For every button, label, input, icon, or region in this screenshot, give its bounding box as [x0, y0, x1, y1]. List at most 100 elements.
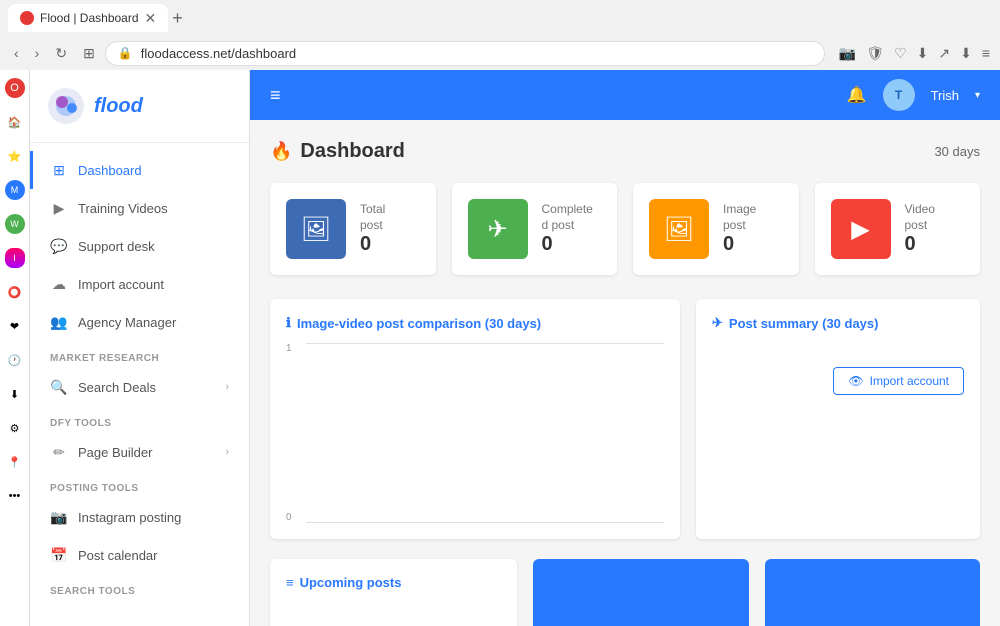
stat-card-video-post: ▶ Videopost 0 — [815, 183, 981, 275]
blue-card-1 — [533, 559, 748, 626]
grid-button[interactable]: ⊞ — [77, 41, 101, 66]
sidebar-item-import-account[interactable]: ☁ Import account — [30, 265, 249, 303]
chart-right-title: ✈ Post summary (30 days) — [712, 315, 964, 331]
sidebar-logo: flood — [30, 70, 249, 143]
training-icon: ▶ — [50, 199, 68, 217]
chart-y-bottom: 0 — [286, 512, 292, 523]
sidebar-item-post-calendar[interactable]: 📅 Post calendar — [30, 536, 249, 574]
camera-icon[interactable]: 📷 — [837, 43, 858, 64]
sidebar-item-support-desk[interactable]: 💬 Support desk — [30, 227, 249, 265]
os-icon-home[interactable]: 🏠 — [5, 112, 25, 132]
sidebar-label-support: Support desk — [78, 239, 155, 254]
os-icon-star[interactable]: ⭐ — [5, 146, 25, 166]
chart-area-left: 1 0 — [286, 343, 664, 523]
os-icon-clock[interactable]: 🕐 — [5, 350, 25, 370]
import-account-button[interactable]: 👁 Import account — [833, 367, 964, 395]
page-content: 🔥 Dashboard 30 days 🖼 Totalpost 0 ✈ — [250, 120, 1000, 626]
os-icon-dots[interactable]: ••• — [5, 486, 25, 506]
image-post-icon: 🖼 — [649, 199, 709, 259]
sidebar-label-training: Training Videos — [78, 201, 168, 216]
hamburger-button[interactable]: ≡ — [270, 85, 281, 106]
section-posting-tools: POSTING TOOLS — [30, 471, 249, 498]
logo-icon — [46, 86, 86, 126]
video-post-info: Videopost 0 — [905, 202, 935, 256]
sidebar-item-search-deals[interactable]: 🔍 Search Deals › — [30, 368, 249, 406]
fire-icon: 🔥 — [270, 141, 292, 162]
search-deals-chevron: › — [225, 381, 229, 393]
sidebar-label-instagram: Instagram posting — [78, 510, 181, 525]
completed-post-icon: ✈ — [468, 199, 528, 259]
download-icon[interactable]: ⬇ — [915, 43, 931, 64]
sidebar-item-instagram-posting[interactable]: 📷 Instagram posting — [30, 498, 249, 536]
tab-close-button[interactable]: ✕ — [145, 10, 157, 27]
blue-card-2 — [765, 559, 980, 626]
completed-post-info: Completed post 0 — [542, 202, 593, 256]
chart-y-top: 1 — [286, 343, 292, 354]
os-icon-browser[interactable]: O — [5, 78, 25, 98]
section-search-tools: SEARCH TOOLS — [30, 574, 249, 601]
stats-row: 🖼 Totalpost 0 ✈ Completed post 0 🖼 — [270, 183, 980, 275]
image-post-value: 0 — [723, 233, 756, 256]
app-container: flood ⊞ Dashboard ▶ Training Videos 💬 Su… — [30, 70, 1000, 626]
os-icon-location[interactable]: 📍 — [5, 452, 25, 472]
page-builder-chevron: › — [225, 446, 229, 458]
upcoming-posts-title: ≡ Upcoming posts — [286, 575, 501, 590]
video-post-icon: ▶ — [831, 199, 891, 259]
os-taskbar: O 🏠 ⭐ M W I ⭕ ❤ 🕐 ⬇ ⚙ 📍 ••• — [0, 70, 30, 626]
new-tab-button[interactable]: + — [172, 8, 183, 29]
user-avatar: T — [883, 79, 915, 111]
reload-button[interactable]: ↻ — [49, 41, 73, 66]
share-icon[interactable]: ↗ — [936, 43, 952, 64]
stat-card-image-post: 🖼 Imagepost 0 — [633, 183, 799, 275]
menu-icon[interactable]: ≡ — [980, 43, 992, 63]
os-icon-whatsapp[interactable]: W — [5, 214, 25, 234]
chart-left-title: ℹ Image-video post comparison (30 days) — [286, 315, 664, 331]
completed-post-label: Completed post — [542, 202, 593, 233]
total-post-value: 0 — [360, 233, 385, 256]
sidebar-item-agency-manager[interactable]: 👥 Agency Manager — [30, 303, 249, 341]
user-dropdown-icon[interactable]: ▾ — [975, 90, 980, 101]
image-video-comparison-card: ℹ Image-video post comparison (30 days) … — [270, 299, 680, 539]
os-icon-heart[interactable]: ❤ — [5, 316, 25, 336]
os-icon-messenger[interactable]: M — [5, 180, 25, 200]
section-market-research: MARKET RESEARCH — [30, 341, 249, 368]
sidebar-item-page-builder[interactable]: ✏ Page Builder › — [30, 433, 249, 471]
import-account-btn-label: Import account — [870, 374, 949, 388]
upcoming-posts-card: ≡ Upcoming posts — [270, 559, 517, 626]
top-header: ≡ 🔔 T Trish ▾ — [250, 70, 1000, 120]
os-icon-settings[interactable]: ⚙ — [5, 418, 25, 438]
save-icon[interactable]: ⬇ — [958, 43, 974, 64]
video-post-label: Videopost — [905, 202, 935, 233]
os-icon-circle[interactable]: ⭕ — [5, 282, 25, 302]
bell-icon[interactable]: 🔔 — [847, 85, 867, 105]
heart-icon[interactable]: ♡ — [892, 43, 909, 64]
instagram-icon: 📷 — [50, 508, 68, 526]
logo-text: flood — [94, 95, 143, 118]
os-icon-download[interactable]: ⬇ — [5, 384, 25, 404]
sidebar-label-agency: Agency Manager — [78, 315, 176, 330]
shield-icon[interactable]: 🛡 — [864, 43, 886, 64]
dashboard-icon: ⊞ — [50, 161, 68, 179]
os-icon-instagram[interactable]: I — [5, 248, 25, 268]
address-bar[interactable]: 🔒 floodaccess.net/dashboard — [105, 41, 825, 66]
chart-left-icon: ℹ — [286, 315, 291, 331]
sidebar-item-training-videos[interactable]: ▶ Training Videos — [30, 189, 249, 227]
user-name[interactable]: Trish — [931, 88, 959, 103]
lock-icon: 🔒 — [118, 46, 133, 60]
total-post-icon: 🖼 — [286, 199, 346, 259]
page-header: 🔥 Dashboard 30 days — [270, 140, 980, 163]
back-button[interactable]: ‹ — [8, 41, 25, 65]
search-deals-icon: 🔍 — [50, 378, 68, 396]
support-icon: 💬 — [50, 237, 68, 255]
sidebar-item-dashboard[interactable]: ⊞ Dashboard — [30, 151, 249, 189]
image-post-label: Imagepost — [723, 202, 756, 233]
post-summary-card: ✈ Post summary (30 days) 👁 Import accoun… — [696, 299, 980, 539]
header-right: 🔔 T Trish ▾ — [847, 79, 980, 111]
browser-tab[interactable]: Flood | Dashboard ✕ — [8, 4, 168, 32]
import-account-btn-icon: 👁 — [848, 374, 863, 388]
tab-title: Flood | Dashboard — [40, 11, 139, 25]
sidebar-label-search-deals: Search Deals — [78, 380, 156, 395]
browser-controls: ‹ › ↻ ⊞ 🔒 floodaccess.net/dashboard 📷 🛡 … — [0, 36, 1000, 70]
page-title: 🔥 Dashboard — [270, 140, 405, 163]
forward-button[interactable]: › — [29, 41, 46, 65]
